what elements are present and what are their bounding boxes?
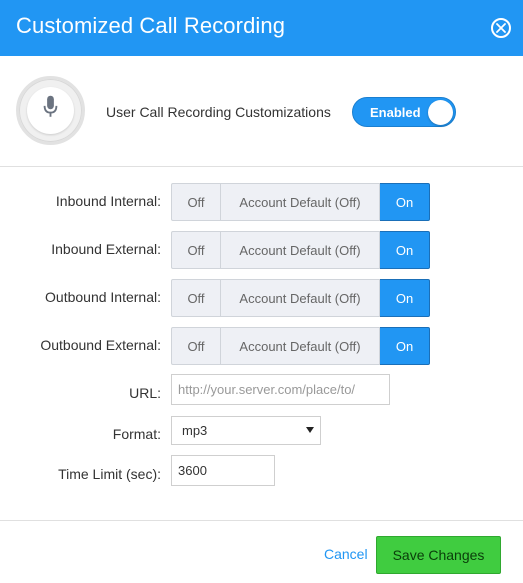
time-limit-label: Time Limit (sec): [58, 466, 161, 482]
top-divider [0, 166, 523, 167]
customization-row: User Call Recording Customizations Enabl… [0, 56, 523, 166]
inbound-external-default-option[interactable]: Account Default (Off) [221, 231, 380, 269]
format-select[interactable]: mp3 [171, 416, 321, 445]
outbound-external-default-option[interactable]: Account Default (Off) [221, 327, 380, 365]
url-label: URL: [129, 385, 161, 401]
outbound-internal-off-option[interactable]: Off [171, 279, 221, 317]
cancel-button[interactable]: Cancel [324, 546, 368, 562]
close-x-glyph [496, 23, 506, 33]
inbound-internal-label: Inbound Internal: [55, 193, 161, 209]
dialog-title: Customized Call Recording [16, 13, 286, 38]
outbound-external-on-option[interactable]: On [380, 327, 430, 365]
time-limit-input[interactable] [171, 455, 275, 486]
toggle-label: Enabled [370, 105, 421, 120]
outbound-internal-default-option[interactable]: Account Default (Off) [221, 279, 380, 317]
chevron-down-icon [306, 427, 314, 433]
customizations-toggle[interactable]: Enabled [352, 97, 456, 127]
microphone-avatar [16, 76, 85, 145]
inbound-internal-selector: Off Account Default (Off) On [171, 183, 430, 221]
bottom-divider [0, 520, 523, 521]
save-changes-button[interactable]: Save Changes [376, 536, 501, 574]
outbound-external-off-option[interactable]: Off [171, 327, 221, 365]
dialog-header: Customized Call Recording [0, 0, 523, 56]
inbound-external-label: Inbound External: [51, 241, 161, 257]
close-icon[interactable] [491, 18, 511, 38]
outbound-external-label: Outbound External: [40, 337, 161, 353]
outbound-external-selector: Off Account Default (Off) On [171, 327, 430, 365]
inbound-internal-on-option[interactable]: On [380, 183, 430, 221]
inbound-external-selector: Off Account Default (Off) On [171, 231, 430, 269]
outbound-internal-on-option[interactable]: On [380, 279, 430, 317]
outbound-internal-label: Outbound Internal: [45, 289, 161, 305]
format-label: Format: [112, 426, 161, 442]
url-input[interactable] [171, 374, 390, 405]
inbound-external-off-option[interactable]: Off [171, 231, 221, 269]
inbound-internal-default-option[interactable]: Account Default (Off) [221, 183, 380, 221]
inbound-internal-off-option[interactable]: Off [171, 183, 221, 221]
inbound-external-on-option[interactable]: On [380, 231, 430, 269]
format-selected-value: mp3 [182, 423, 208, 438]
outbound-internal-selector: Off Account Default (Off) On [171, 279, 430, 317]
customizations-label: User Call Recording Customizations [106, 104, 331, 120]
microphone-icon [43, 95, 58, 117]
toggle-knob [428, 100, 453, 125]
